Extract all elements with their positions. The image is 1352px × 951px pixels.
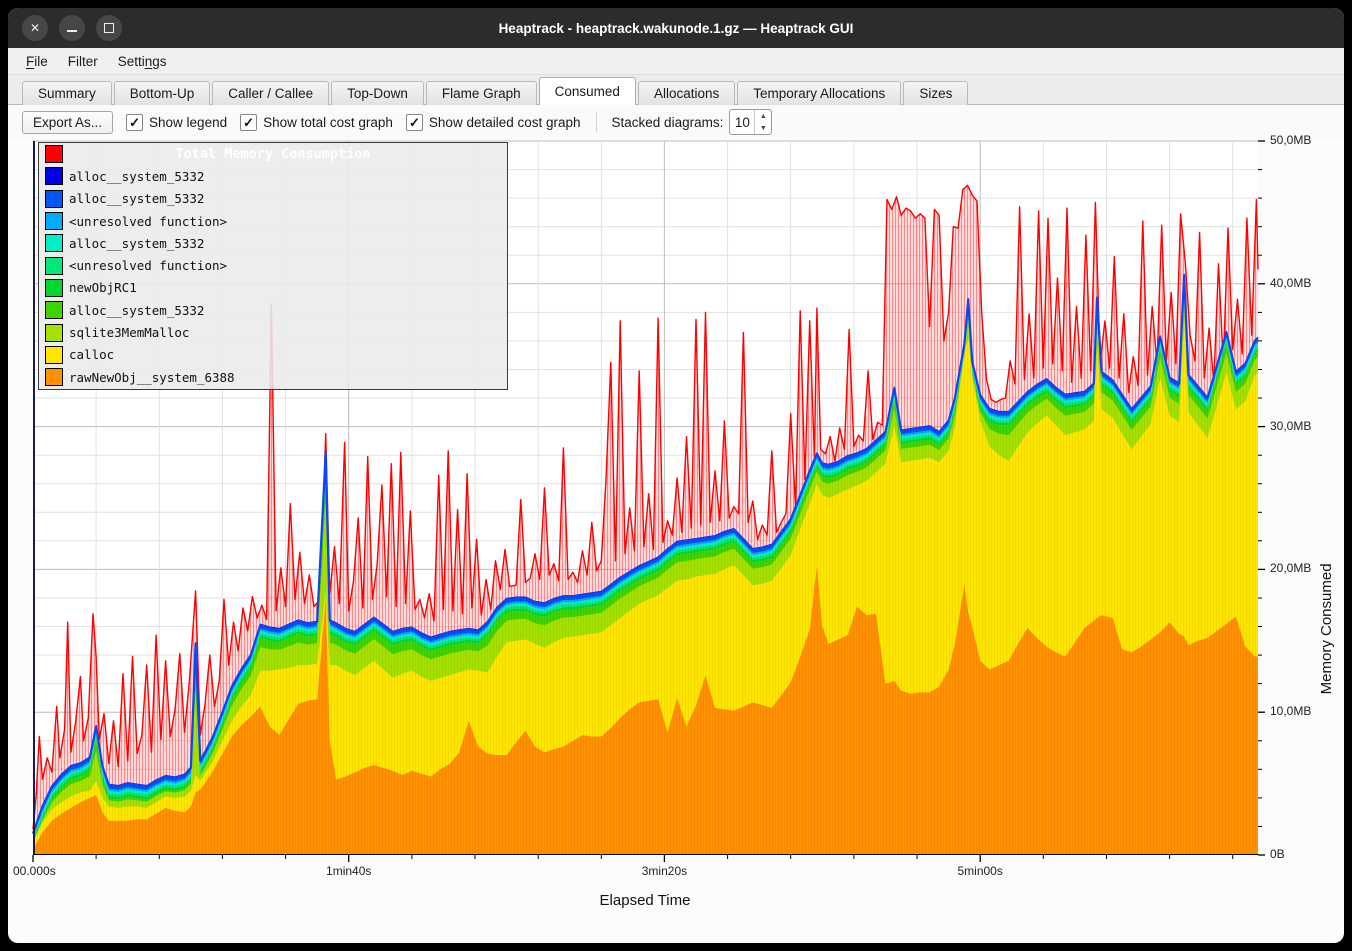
legend-label: calloc xyxy=(69,347,114,362)
legend-row: <unresolved function> xyxy=(39,210,507,232)
legend-swatch xyxy=(45,234,63,252)
legend-label: Total Memory Consumption xyxy=(39,146,507,162)
tab-sizes[interactable]: Sizes xyxy=(903,81,968,105)
legend-swatch xyxy=(45,167,63,185)
x-tick-label: 00.000s xyxy=(13,864,56,878)
spinbox-up-button[interactable]: ▲ xyxy=(755,110,771,122)
y-tick-label: 10,0MB xyxy=(1270,704,1311,718)
x-tick-label: 3min20s xyxy=(642,864,687,878)
tab-flame-graph[interactable]: Flame Graph xyxy=(426,81,537,105)
legend-row: newObjRC1 xyxy=(39,277,507,299)
checkbox-label: Show total cost graph xyxy=(263,115,393,130)
legend-label: <unresolved function> xyxy=(69,214,227,229)
x-tick-label: 1min40s xyxy=(326,864,371,878)
minimize-button[interactable] xyxy=(59,15,85,41)
titlebar: ✕ Heaptrack - heaptrack.wakunode.1.gz — … xyxy=(8,8,1344,48)
checkbox-label: Show legend xyxy=(149,115,227,130)
legend-swatch xyxy=(45,257,63,275)
legend-row: sqlite3MemMalloc xyxy=(39,321,507,343)
y-tick-label: 20,0MB xyxy=(1270,561,1311,575)
tab-caller-callee[interactable]: Caller / Callee xyxy=(212,81,329,105)
toolbar-separator xyxy=(596,112,597,132)
menu-item-filter[interactable]: Filter xyxy=(58,51,108,72)
window-title: Heaptrack - heaptrack.wakunode.1.gz — He… xyxy=(8,21,1344,36)
minimize-icon xyxy=(67,30,77,32)
legend-label: rawNewObj__system_6388 xyxy=(69,370,235,385)
tab-consumed[interactable]: Consumed xyxy=(539,77,636,105)
x-axis-title: Elapsed Time xyxy=(600,892,691,909)
toolbar: Export As... ✓ Show legend ✓ Show total cos… xyxy=(8,105,1344,139)
stacked-diagrams-value: 10 xyxy=(730,110,754,134)
close-icon: ✕ xyxy=(30,21,40,35)
checkbox-label: Show detailed cost graph xyxy=(429,115,581,130)
app-window: ✕ Heaptrack - heaptrack.wakunode.1.gz — … xyxy=(8,8,1344,943)
checkbox-show-total-cost-graph[interactable]: ✓ Show total cost graph xyxy=(240,114,393,131)
tab-bottom-up[interactable]: Bottom-Up xyxy=(114,81,211,105)
legend-swatch xyxy=(45,324,63,342)
legend-swatch xyxy=(45,279,63,297)
tab-allocations[interactable]: Allocations xyxy=(638,81,735,105)
legend-label: alloc__system_5332 xyxy=(69,236,204,251)
tab-temporary-allocations[interactable]: Temporary Allocations xyxy=(737,81,901,105)
y-axis-title: Memory Consumed xyxy=(1318,563,1335,694)
menubar: FileFilterSettings xyxy=(8,48,1344,75)
legend-swatch xyxy=(45,368,63,386)
checkbox-show-detailed-cost-graph[interactable]: ✓ Show detailed cost graph xyxy=(406,114,581,131)
legend-row: alloc__system_5332 xyxy=(39,299,507,321)
spinbox-down-button[interactable]: ▼ xyxy=(755,122,771,134)
menu-item-file[interactable]: File xyxy=(16,51,58,72)
y-tick-label: 50,0MB xyxy=(1270,133,1311,147)
legend-label: sqlite3MemMalloc xyxy=(69,325,189,340)
tab-summary[interactable]: Summary xyxy=(22,81,112,105)
legend-row: alloc__system_5332 xyxy=(39,188,507,210)
legend-label: <unresolved function> xyxy=(69,258,227,273)
legend-label: alloc__system_5332 xyxy=(69,169,204,184)
checkbox-show-legend[interactable]: ✓ Show legend xyxy=(126,114,227,131)
maximize-button[interactable] xyxy=(96,15,122,41)
legend-label: alloc__system_5332 xyxy=(69,191,204,206)
legend-label: newObjRC1 xyxy=(69,280,137,295)
legend-row: rawNewObj__system_6388 xyxy=(39,366,507,388)
tab-top-down[interactable]: Top-Down xyxy=(331,81,424,105)
window-controls: ✕ xyxy=(22,8,122,48)
checkbox-box: ✓ xyxy=(126,114,143,131)
legend-row: alloc__system_5332 xyxy=(39,232,507,254)
y-tick-label: 30,0MB xyxy=(1270,419,1311,433)
stacked-diagrams-spinbox[interactable]: 10 ▲ ▼ xyxy=(729,109,772,135)
legend-row: calloc xyxy=(39,344,507,366)
x-tick-label: 5min00s xyxy=(957,864,1002,878)
tabbar: SummaryBottom-UpCaller / CalleeTop-DownF… xyxy=(8,75,1344,105)
y-tick-label: 0B xyxy=(1270,847,1285,861)
legend-label: alloc__system_5332 xyxy=(69,303,204,318)
legend-row: alloc__system_5332 xyxy=(39,165,507,187)
menu-item-settings[interactable]: Settings xyxy=(108,51,177,72)
consumed-chart-zone: Total Memory Consumption alloc__system_53… xyxy=(33,141,1338,936)
close-button[interactable]: ✕ xyxy=(22,15,48,41)
checkbox-box: ✓ xyxy=(240,114,257,131)
export-as-button[interactable]: Export As... xyxy=(22,111,113,134)
legend-swatch xyxy=(45,346,63,364)
legend-row: Total Memory Consumption xyxy=(39,143,507,165)
stacked-diagrams-label: Stacked diagrams: xyxy=(612,115,724,130)
legend-swatch xyxy=(45,190,63,208)
legend-row: <unresolved function> xyxy=(39,254,507,276)
checkbox-box: ✓ xyxy=(406,114,423,131)
maximize-icon xyxy=(104,23,114,33)
y-tick-label: 40,0MB xyxy=(1270,276,1311,290)
chart-legend: Total Memory Consumption alloc__system_53… xyxy=(38,142,508,390)
legend-swatch xyxy=(45,212,63,230)
legend-swatch xyxy=(45,301,63,319)
